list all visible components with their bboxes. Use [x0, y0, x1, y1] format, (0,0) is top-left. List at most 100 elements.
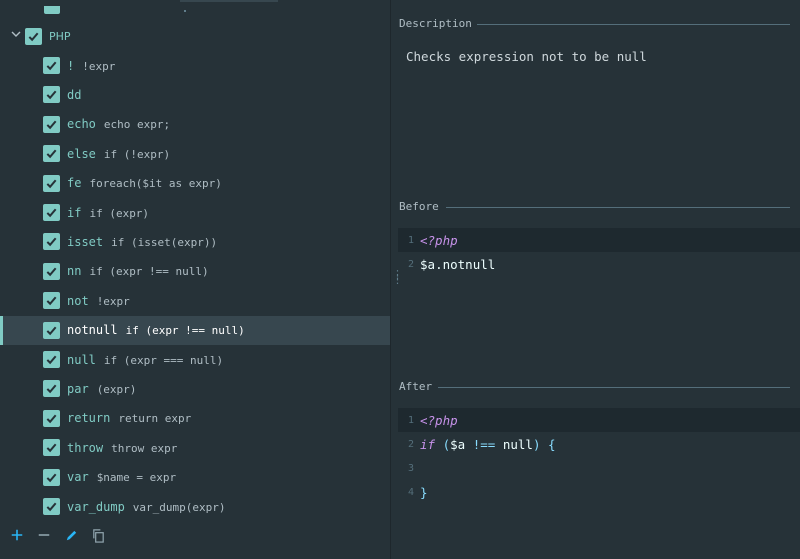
template-checkbox[interactable]	[43, 115, 60, 133]
code-token: $a	[420, 256, 436, 272]
edit-button[interactable]	[63, 527, 79, 543]
tree-toolbar	[0, 524, 390, 548]
template-checkbox[interactable]	[43, 468, 60, 486]
template-label: ! !expr	[67, 59, 115, 73]
partial-checkbox-above	[44, 6, 60, 14]
template-key: null	[67, 352, 96, 367]
template-example: if (expr)	[89, 206, 150, 220]
template-checkbox[interactable]	[43, 409, 60, 427]
template-checkbox[interactable]	[43, 204, 60, 221]
check-icon	[46, 326, 57, 335]
template-checkbox[interactable]	[43, 351, 60, 368]
plus-icon	[11, 529, 23, 541]
check-icon	[46, 120, 57, 130]
before-code-editor[interactable]: 1 <?php 2 $a .notnull	[398, 228, 800, 276]
line-number: 2	[407, 438, 414, 450]
template-checkbox[interactable]	[43, 57, 60, 74]
template-key: notnull	[67, 323, 118, 338]
template-label: throw throw expr	[67, 441, 177, 455]
line-number: 3	[407, 462, 414, 474]
tree-group-php[interactable]: PHP	[0, 22, 390, 51]
template-label: return return expr	[67, 411, 191, 425]
code-line: 4}	[398, 480, 800, 504]
checkbox-php-group[interactable]	[25, 28, 42, 45]
template-key: not	[67, 293, 89, 308]
template-label: if if (expr)	[67, 206, 149, 220]
template-item[interactable]: var_dump var_dump(expr)	[0, 492, 390, 521]
check-icon	[46, 267, 57, 277]
template-checkbox[interactable]	[43, 233, 60, 251]
template-key: if	[67, 205, 82, 220]
remove-button[interactable]	[36, 527, 52, 543]
template-key: throw	[67, 440, 104, 455]
template-checkbox[interactable]	[43, 145, 60, 163]
template-item[interactable]: nn if (expr !== null)	[0, 257, 390, 286]
template-item[interactable]: isset if (isset(expr))	[0, 227, 390, 256]
template-checkbox[interactable]	[43, 439, 60, 457]
template-label: fe foreach($it as expr)	[67, 176, 222, 190]
template-example: !expr	[96, 294, 130, 308]
template-key: par	[67, 381, 89, 396]
check-icon	[46, 90, 57, 100]
template-item[interactable]: echo echo expr;	[0, 110, 390, 139]
template-item[interactable]: not !expr	[0, 286, 390, 315]
template-item[interactable]: if if (expr)	[0, 198, 390, 227]
copy-icon	[92, 528, 104, 543]
check-icon	[46, 179, 57, 188]
template-checkbox[interactable]	[43, 380, 60, 398]
check-icon	[46, 296, 57, 306]
pencil-icon	[66, 530, 76, 540]
scroll-dot	[184, 10, 186, 12]
check-icon	[46, 384, 57, 394]
template-key: isset	[67, 234, 104, 249]
code-token: .notnull	[435, 256, 496, 272]
templates-tree-panel: PHP ! !expr dd echo echo expr; else if (!expr)…	[0, 0, 390, 559]
code-token: if	[420, 436, 436, 452]
line-number: 1	[407, 414, 414, 426]
template-item[interactable]: else if (!expr)	[0, 139, 390, 168]
template-label: nn if (expr !== null)	[67, 264, 209, 278]
template-label: notnull if (expr !== null)	[67, 323, 245, 337]
template-example: if (expr !== null)	[89, 265, 209, 279]
check-icon	[46, 443, 57, 453]
description-rule	[477, 24, 790, 25]
template-example: echo expr;	[103, 118, 171, 132]
template-checkbox[interactable]	[43, 86, 60, 104]
template-label: null if (expr === null)	[67, 353, 223, 367]
template-label: var $name = expr	[67, 470, 176, 484]
template-item[interactable]: dd	[0, 80, 390, 109]
add-button[interactable]	[9, 527, 25, 543]
line-number: 1	[407, 234, 414, 246]
scroll-edge	[180, 0, 278, 2]
code-token: !==	[465, 436, 503, 452]
copy-button[interactable]	[90, 527, 106, 543]
after-code-editor[interactable]: 1 <?php 2 if ($a !== null) {3 4}	[398, 408, 800, 504]
chevron-down-icon[interactable]	[10, 28, 22, 40]
template-example: foreach($it as expr)	[89, 177, 222, 191]
template-key: else	[67, 146, 96, 161]
code-line: 2 if ($a !== null) {	[398, 432, 800, 456]
template-checkbox[interactable]	[43, 262, 60, 280]
template-example: return expr	[118, 412, 192, 426]
template-item[interactable]: null if (expr === null)	[0, 345, 390, 374]
template-item[interactable]: notnull if (expr !== null)	[0, 315, 390, 345]
template-item[interactable]: fe foreach($it as expr)	[0, 169, 390, 198]
template-item[interactable]: par (expr)	[0, 374, 390, 403]
template-item[interactable]: ! !expr	[0, 51, 390, 80]
template-item[interactable]: throw throw expr	[0, 433, 390, 462]
template-checkbox[interactable]	[43, 498, 60, 515]
template-key: var_dump	[67, 499, 125, 514]
template-key: !	[67, 58, 75, 73]
template-checkbox[interactable]	[43, 321, 60, 339]
check-icon	[46, 208, 57, 218]
template-label: par (expr)	[67, 382, 136, 396]
template-item[interactable]: return return expr	[0, 404, 390, 433]
template-key: var	[67, 470, 89, 485]
template-checkbox[interactable]	[43, 292, 60, 310]
template-item[interactable]: var $name = expr	[0, 463, 390, 492]
before-label: Before	[399, 200, 439, 213]
line-number: 4	[407, 486, 414, 498]
template-label: dd	[67, 88, 89, 102]
template-checkbox[interactable]	[43, 174, 60, 192]
template-label: else if (!expr)	[67, 147, 170, 161]
